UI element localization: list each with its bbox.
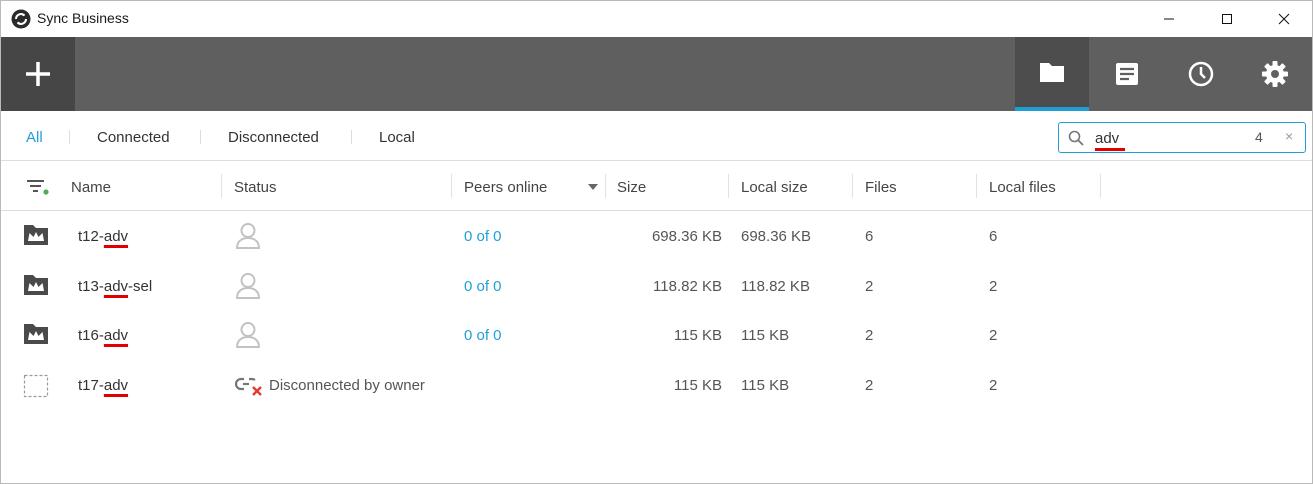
tab-settings[interactable] <box>1238 37 1312 111</box>
column-divider <box>728 174 729 198</box>
window-title: Sync Business <box>37 10 129 26</box>
table-row[interactable]: t17-adv Disconnected by owner 115 KB 115… <box>1 361 1312 411</box>
user-icon <box>235 223 261 249</box>
column-divider <box>451 174 452 198</box>
tab-folders[interactable] <box>1015 37 1089 111</box>
column-peers-online[interactable]: Peers online <box>464 179 547 196</box>
filter-divider <box>69 130 70 144</box>
column-divider <box>976 174 977 198</box>
filter-tab-local[interactable]: Local <box>379 129 415 146</box>
search-match: adv <box>103 228 129 245</box>
close-button[interactable] <box>1261 1 1307 37</box>
files-value: 2 <box>865 377 874 394</box>
search-match: adv <box>103 327 129 344</box>
minimize-icon <box>1164 18 1174 20</box>
table-row[interactable]: t12-adv 0 of 0 698.36 KB 698.36 KB 6 6 <box>1 212 1312 262</box>
filter-tab-connected[interactable]: Connected <box>97 129 170 146</box>
search-match: adv <box>103 377 129 394</box>
user-icon <box>235 322 261 348</box>
table-row[interactable]: t13-adv-sel 0 of 0 118.82 KB 118.82 KB 2… <box>1 262 1312 312</box>
local-files-value: 2 <box>989 377 998 394</box>
folder-name: t16-adv <box>78 327 129 344</box>
column-divider <box>852 174 853 198</box>
tab-history[interactable] <box>1090 37 1164 111</box>
filter-divider <box>200 130 201 144</box>
maximize-button[interactable] <box>1204 1 1250 37</box>
column-divider <box>605 174 606 198</box>
local-size-value: 115 KB <box>741 377 790 394</box>
size-value: 118.82 KB <box>653 278 722 295</box>
table-row[interactable]: t16-adv 0 of 0 115 KB 115 KB 2 2 <box>1 311 1312 361</box>
search-match-underline <box>1095 148 1125 151</box>
gear-icon <box>1262 61 1288 87</box>
column-divider <box>1100 174 1101 198</box>
files-value: 2 <box>865 327 874 344</box>
column-name[interactable]: Name <box>71 179 111 196</box>
local-files-value: 6 <box>989 228 998 245</box>
disconnected-folder-icon <box>23 374 49 398</box>
column-files[interactable]: Files <box>865 179 897 196</box>
folder-name: t12-adv <box>78 228 129 245</box>
files-value: 6 <box>865 228 874 245</box>
column-local-size[interactable]: Local size <box>741 179 808 196</box>
shared-folder-icon <box>24 225 48 245</box>
user-icon <box>235 273 261 299</box>
table-header: Name Status Peers online Size Local size… <box>1 162 1312 211</box>
peers-online-value[interactable]: 0 of 0 <box>464 228 502 245</box>
search-icon <box>1068 130 1084 146</box>
column-local-files[interactable]: Local files <box>989 179 1056 196</box>
tab-transfers[interactable] <box>1164 37 1238 111</box>
shared-folder-icon <box>24 275 48 295</box>
filter-sort-icon[interactable] <box>26 178 50 196</box>
search-match: adv <box>103 278 129 295</box>
filter-divider <box>351 130 352 144</box>
main-toolbar <box>1 37 1312 111</box>
status-text: Disconnected by owner <box>269 377 425 394</box>
filter-bar: All Connected Disconnected Local 4 × <box>1 111 1312 161</box>
local-size-value: 115 KB <box>741 327 790 344</box>
column-size[interactable]: Size <box>617 179 646 196</box>
broken-link-icon <box>235 377 262 396</box>
column-status[interactable]: Status <box>234 179 277 196</box>
folder-icon <box>1040 63 1064 82</box>
size-value: 698.36 KB <box>651 228 722 245</box>
local-files-value: 2 <box>989 278 998 295</box>
search-box[interactable]: 4 × <box>1058 122 1306 153</box>
minimize-button[interactable] <box>1146 1 1192 37</box>
size-value: 115 KB <box>673 327 722 344</box>
plus-icon <box>26 62 50 86</box>
folder-name: t13-adv-sel <box>78 278 153 295</box>
document-list-icon <box>1116 63 1138 85</box>
files-value: 2 <box>865 278 874 295</box>
folder-name: t17-adv <box>78 377 129 394</box>
sync-logo-icon <box>11 9 31 29</box>
size-value: 115 KB <box>673 377 722 394</box>
peers-online-value[interactable]: 0 of 0 <box>464 327 502 344</box>
filter-tab-all[interactable]: All <box>26 129 43 146</box>
add-folder-button[interactable] <box>1 37 75 111</box>
local-files-value: 2 <box>989 327 998 344</box>
filter-tab-disconnected[interactable]: Disconnected <box>228 129 319 146</box>
clear-search-icon[interactable]: × <box>1285 128 1293 144</box>
shared-folder-icon <box>24 324 48 344</box>
peers-online-value[interactable]: 0 of 0 <box>464 278 502 295</box>
title-bar: Sync Business <box>1 1 1312 37</box>
local-size-value: 118.82 KB <box>741 278 810 295</box>
search-result-count: 4 <box>1255 129 1263 145</box>
app-window: Sync Business All Connected Disconnected… <box>0 0 1313 484</box>
sort-desc-icon <box>588 184 598 190</box>
close-icon <box>1278 13 1290 25</box>
local-size-value: 698.36 KB <box>741 228 812 245</box>
search-input[interactable] <box>1095 128 1245 148</box>
maximize-icon <box>1222 14 1232 24</box>
column-divider <box>221 174 222 198</box>
clock-icon <box>1188 61 1214 87</box>
